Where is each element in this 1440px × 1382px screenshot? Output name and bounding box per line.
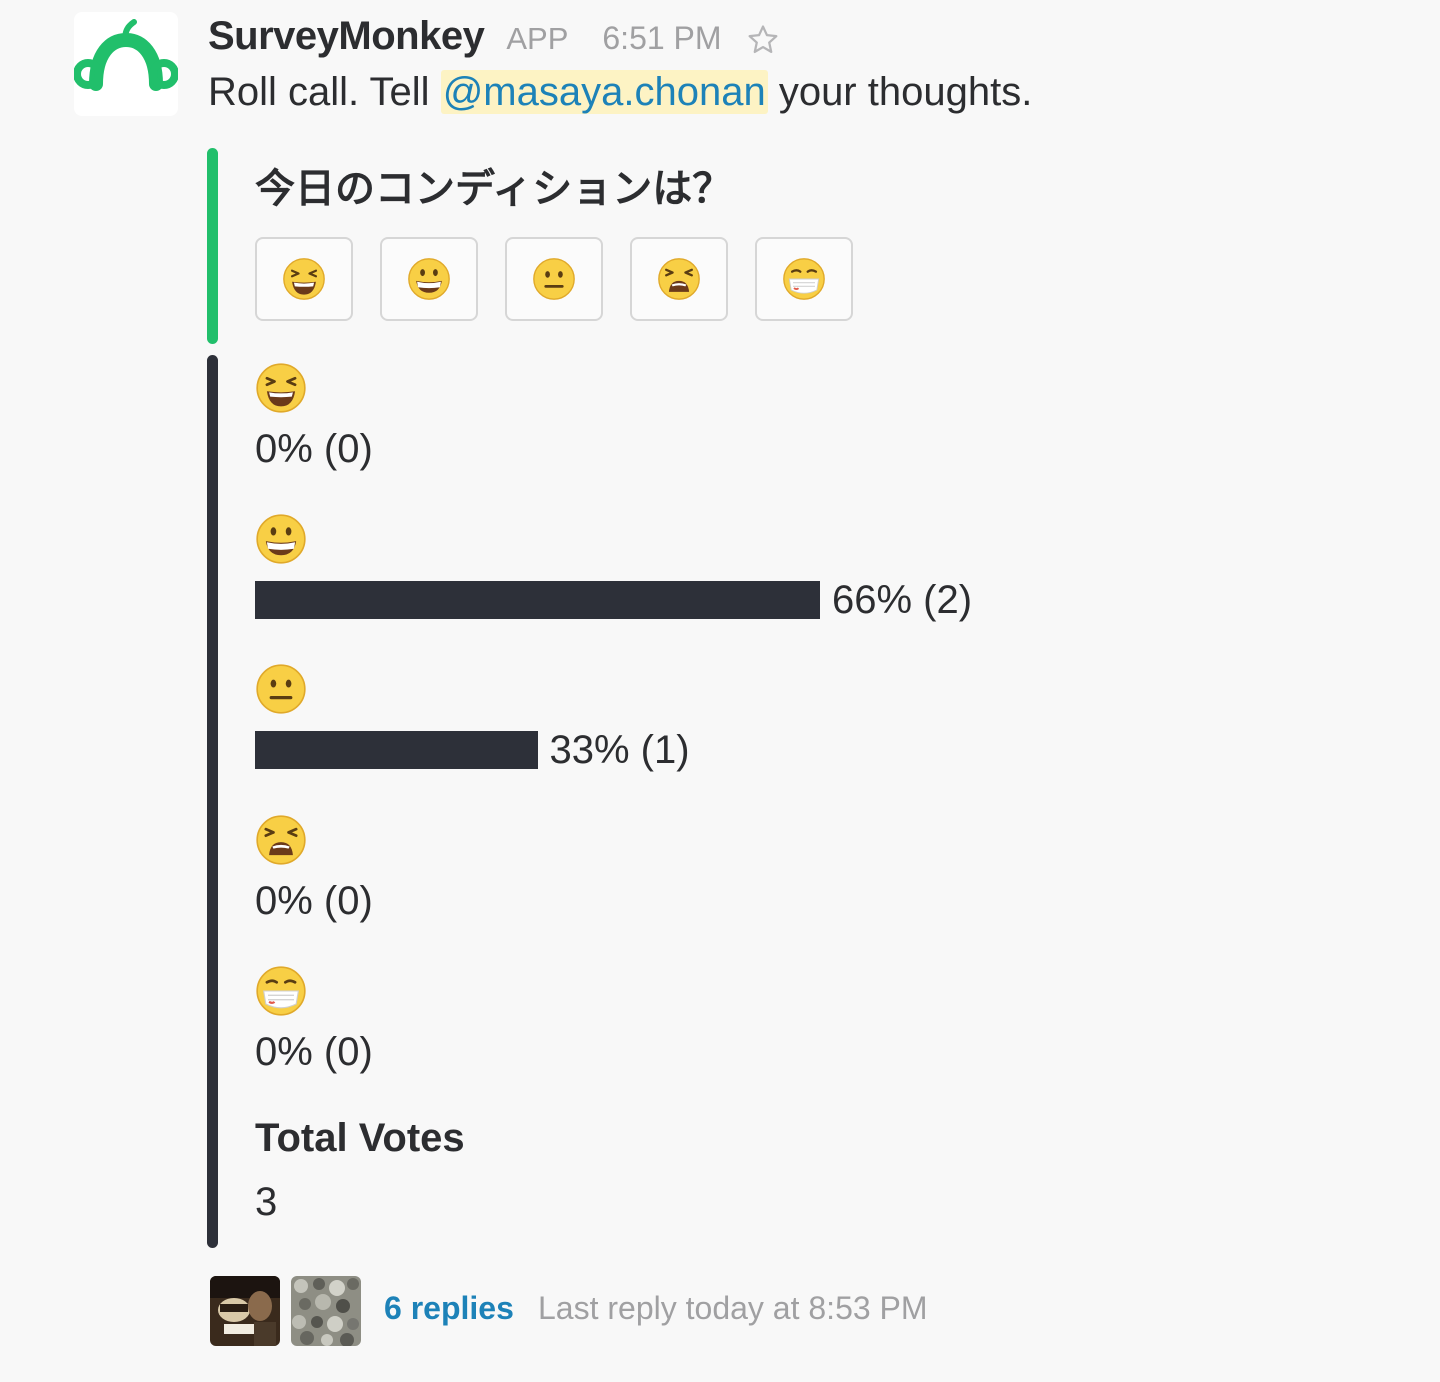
neutral-face-icon (256, 664, 306, 714)
surveymonkey-logo-avatar[interactable] (74, 12, 178, 116)
vote-button-mask[interactable] (755, 237, 853, 321)
total-votes-value: 3 (255, 1180, 278, 1224)
result-line: 33% (1) (255, 720, 690, 780)
message-text-before: Roll call. Tell (208, 70, 441, 114)
total-votes-label: Total Votes (255, 1116, 465, 1160)
star-icon[interactable] (746, 23, 780, 62)
laughing-face-icon (256, 363, 306, 413)
result-line: 0% (0) (255, 419, 373, 479)
result-line: 66% (2) (255, 570, 972, 630)
weary-face-icon (658, 258, 700, 300)
message-text-after: your thoughts. (767, 70, 1033, 114)
sender-name[interactable]: SurveyMonkey (208, 14, 485, 59)
replier-avatar[interactable] (291, 1276, 361, 1346)
vote-button-laughing[interactable] (255, 237, 353, 321)
replies-link[interactable]: 6 replies (384, 1290, 514, 1327)
result-percent: 0% (0) (255, 878, 373, 923)
poll-attachment-bar (207, 148, 218, 344)
results-attachment-bar (207, 355, 218, 1248)
message-text: Roll call. Tell @masaya.chonan your thou… (208, 70, 1032, 115)
message-header: SurveyMonkey APP 6:51 PM (208, 14, 780, 70)
slack-message: SurveyMonkey APP 6:51 PM Roll call. Tell… (0, 0, 1440, 1382)
face-with-mask-icon (256, 966, 306, 1016)
weary-face-icon (256, 815, 306, 865)
result-line: 0% (0) (255, 871, 373, 931)
vote-button-grinning[interactable] (380, 237, 478, 321)
result-line: 0% (0) (255, 1022, 373, 1082)
last-reply-text: Last reply today at 8:53 PM (538, 1290, 928, 1326)
poll-question: 今日のコンディションは？ (255, 166, 733, 212)
face-with-mask-icon (783, 258, 825, 300)
laughing-face-icon (283, 258, 325, 300)
result-item-grinning: 66% (2) (255, 513, 972, 630)
result-item-weary: 0% (0) (255, 814, 373, 931)
grinning-face-icon (408, 258, 450, 300)
result-percent: 0% (0) (255, 1029, 373, 1074)
message-timestamp[interactable]: 6:51 PM (602, 20, 721, 57)
app-badge: APP (506, 21, 569, 56)
user-mention[interactable]: @masaya.chonan (440, 70, 768, 114)
neutral-face-icon (533, 258, 575, 300)
vote-buttons (255, 237, 880, 321)
vote-button-neutral[interactable] (505, 237, 603, 321)
result-item-mask: 0% (0) (255, 965, 373, 1082)
grinning-face-icon (256, 514, 306, 564)
result-percent: 33% (1) (549, 727, 690, 772)
result-bar (255, 581, 820, 619)
result-bar (255, 731, 538, 769)
result-item-laughing: 0% (0) (255, 362, 373, 479)
vote-button-weary[interactable] (630, 237, 728, 321)
result-item-neutral: 33% (1) (255, 663, 690, 780)
result-percent: 0% (0) (255, 426, 373, 471)
result-percent: 66% (2) (832, 577, 973, 622)
replier-avatar[interactable] (210, 1276, 280, 1346)
